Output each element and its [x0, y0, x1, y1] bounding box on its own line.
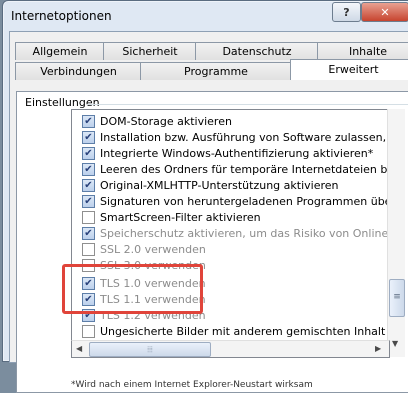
restart-footnote: *Wird nach einem Internet Explorer-Neust…: [71, 380, 313, 390]
tab-allgemein[interactable]: Allgemein: [15, 42, 105, 60]
setting-label: Speicherschutz aktivieren, um das Risiko…: [100, 226, 393, 240]
tls-options-highlight: [62, 264, 203, 314]
tab-sicherheit[interactable]: Sicherheit: [103, 42, 197, 60]
checkbox[interactable]: [82, 242, 95, 256]
window-title: Internetoptionen: [11, 9, 112, 23]
close-button[interactable]: ✕: [361, 2, 408, 22]
help-button[interactable]: ?: [332, 2, 361, 22]
title-bar[interactable]: Internetoptionen ? ✕: [3, 1, 408, 31]
checkbox[interactable]: ✔: [82, 162, 95, 176]
checkbox[interactable]: ✔: [82, 130, 95, 144]
setting-label: Original-XMLHTTP-Unterstützung aktiviere…: [100, 178, 339, 192]
checkbox[interactable]: [82, 324, 95, 338]
setting-label: SSL 2.0 verwenden: [100, 242, 206, 256]
tab-inhalte[interactable]: Inhalte: [317, 42, 408, 60]
checkbox[interactable]: ✔: [82, 146, 95, 160]
scroll-left-arrow-icon[interactable]: ◀: [76, 344, 82, 353]
setting-item-windows-auth[interactable]: ✔ Integrierte Windows-Authentifizierung …: [82, 145, 373, 161]
vertical-scrollbar[interactable]: ≡ ▼: [387, 109, 405, 357]
setting-item-mixed-images[interactable]: Ungesicherte Bilder mit anderem gemischt…: [82, 323, 392, 339]
setting-item-memory-protection[interactable]: ✔ Speicherschutz aktivieren, um das Risi…: [82, 225, 393, 241]
settings-group-label: Einstellungen: [25, 96, 104, 109]
tab-verbindungen[interactable]: Verbindungen: [15, 62, 142, 80]
checkbox[interactable]: ✔: [82, 226, 95, 240]
tab-programme[interactable]: Programme: [140, 62, 292, 80]
tab-erweitert[interactable]: Erweitert: [290, 59, 408, 80]
setting-label: DOM-Storage aktivieren: [100, 114, 232, 128]
setting-label: Ungesicherte Bilder mit anderem gemischt…: [100, 324, 392, 338]
checkbox[interactable]: [82, 210, 95, 224]
setting-label: Integrierte Windows-Authentifizierung ak…: [100, 146, 374, 160]
setting-item-signatures[interactable]: ✔ Signaturen von heruntergeladenen Progr…: [82, 193, 393, 209]
checkbox[interactable]: ✔: [82, 178, 95, 192]
horizontal-scrollbar-thumb[interactable]: ⦙⦙⦙: [89, 342, 211, 357]
checkbox[interactable]: ✔: [82, 194, 95, 208]
setting-label: Leeren des Ordners für temporäre Interne…: [100, 162, 393, 176]
scrollbar-thumb[interactable]: ≡: [389, 279, 405, 317]
group-divider: [87, 104, 408, 105]
scroll-right-arrow-icon[interactable]: ▶: [375, 344, 381, 353]
setting-label: Installation bzw. Ausführung von Softwar…: [100, 130, 393, 144]
scroll-down-arrow-icon[interactable]: ▼: [392, 339, 398, 348]
help-icon: ?: [343, 5, 350, 19]
advanced-panel: Einstellungen ✔ DOM-Storage aktivieren ✔…: [16, 91, 408, 393]
horizontal-scrollbar[interactable]: ◀ ⦙⦙⦙ ▶: [71, 340, 390, 358]
setting-item-clear-temp[interactable]: ✔ Leeren des Ordners für temporäre Inter…: [82, 161, 393, 177]
close-icon: ✕: [380, 5, 390, 19]
tab-datenschutz[interactable]: Datenschutz: [195, 42, 319, 60]
setting-item-ssl2[interactable]: SSL 2.0 verwenden: [82, 241, 206, 257]
setting-item-smartscreen[interactable]: SmartScreen-Filter aktivieren: [82, 209, 261, 225]
setting-item-software-install[interactable]: ✔ Installation bzw. Ausführung von Softw…: [82, 129, 393, 145]
checkbox[interactable]: ✔: [82, 114, 95, 128]
setting-label: SmartScreen-Filter aktivieren: [100, 210, 261, 224]
setting-item-xmlhttp[interactable]: ✔ Original-XMLHTTP-Unterstützung aktivie…: [82, 177, 338, 193]
setting-item-dom-storage[interactable]: ✔ DOM-Storage aktivieren: [82, 113, 232, 129]
setting-label: Signaturen von heruntergeladenen Program…: [100, 194, 393, 208]
